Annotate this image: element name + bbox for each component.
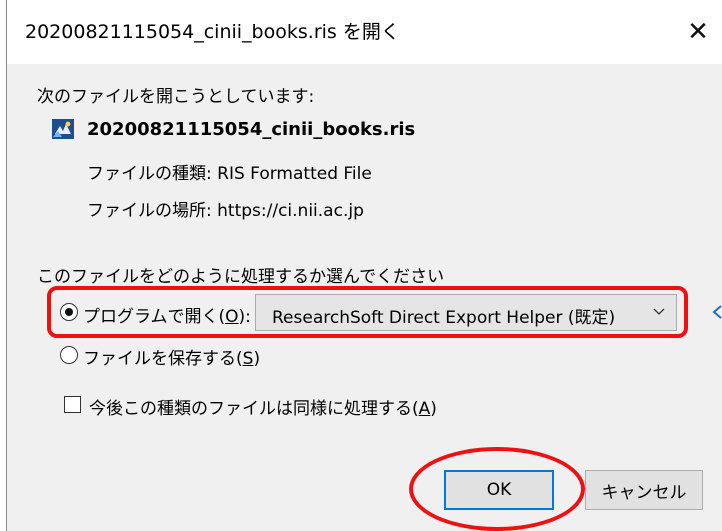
file-type-row: ファイルの種類: RIS Formatted File <box>87 159 372 184</box>
remember-choice-checkbox[interactable] <box>64 396 81 413</box>
action-section-label: このファイルをどのように処理するか選んでください <box>37 267 445 287</box>
close-button[interactable]: ✕ <box>673 0 722 64</box>
dialog-title: 20200821115054_cinii_books.ris を開く <box>25 21 400 43</box>
save-file-label-end: ) <box>253 349 261 369</box>
title-bar: 20200821115054_cinii_books.ris を開く ✕ <box>7 0 722 64</box>
file-type-label: ファイルの種類: <box>87 164 212 184</box>
remember-accel: A <box>418 399 431 419</box>
file-location-row: ファイルの場所: https://ci.nii.ac.jp <box>87 196 364 221</box>
intro-text: 次のファイルを開こうとしています: <box>37 87 315 107</box>
file-name: 20200821115054_cinii_books.ris <box>87 119 416 140</box>
remember-label-end: ) <box>430 399 437 419</box>
file-type-value: RIS Formatted File <box>217 164 372 184</box>
file-location-value: https://ci.nii.ac.jp <box>217 201 364 221</box>
save-file-label[interactable]: ファイルを保存する(S) <box>83 344 260 369</box>
close-icon: ✕ <box>687 17 709 47</box>
open-file-dialog: 20200821115054_cinii_books.ris を開く ✕ 次のフ… <box>6 0 722 531</box>
ris-file-icon <box>52 119 74 139</box>
cancel-button[interactable]: キャンセル <box>585 470 703 510</box>
file-location-label: ファイルの場所: <box>87 201 212 221</box>
remember-label-text: 今後この種類のファイルは同様に処理する( <box>89 399 419 419</box>
remember-choice-label[interactable]: 今後この種類のファイルは同様に処理する(A) <box>89 394 437 419</box>
arrow-left-icon <box>712 305 722 319</box>
save-file-label-text: ファイルを保存する( <box>83 349 243 369</box>
save-file-accel: S <box>242 349 254 369</box>
open-with-highlight <box>47 286 688 338</box>
ok-button-label: OK <box>486 480 512 500</box>
cancel-button-label: キャンセル <box>601 482 687 503</box>
save-file-radio[interactable] <box>60 346 78 364</box>
ok-button[interactable]: OK <box>444 470 554 510</box>
